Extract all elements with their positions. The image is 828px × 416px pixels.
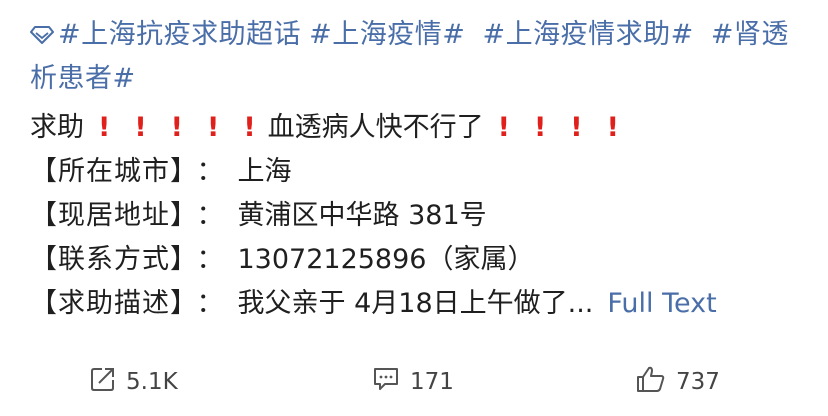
field-value: 上海 — [237, 156, 292, 187]
field-contact: 【联系方式】 ： 13072125896（家属） — [30, 238, 810, 282]
field-separator: ： — [196, 288, 224, 319]
exclamation-icon: ! — [134, 112, 147, 143]
field-label: 【求助描述】 — [30, 288, 185, 319]
field-label: 【联系方式】 — [30, 244, 185, 275]
exclamation-icon: ! — [533, 112, 547, 143]
like-count: 737 — [676, 369, 720, 395]
field-value: 黄浦区中华路 381号 — [237, 200, 487, 231]
comment-icon — [372, 366, 410, 398]
comment-button[interactable]: 171 — [372, 366, 454, 398]
exclamation-icon: ! — [570, 112, 583, 143]
thumbs-up-icon — [636, 365, 676, 399]
hashtag-shanghai-help[interactable]: #上海疫情求助# — [482, 19, 693, 50]
help-text: 血透病人快不行了 — [267, 112, 484, 143]
hashtag-line: #上海抗疫求助超话 #上海疫情# #上海疫情求助# #肾透析患者# — [30, 14, 810, 100]
field-description: 【求助描述】 ： 我父亲于 4月18日上午做了... Full Text — [30, 282, 810, 326]
exclamation-icon: ! — [206, 112, 220, 143]
comment-count: 171 — [410, 369, 454, 395]
alert-marks-group-2: !!!! — [484, 112, 631, 143]
field-separator: ： — [196, 200, 224, 231]
weibo-post: #上海抗疫求助超话 #上海疫情# #上海疫情求助# #肾透析患者# 求助!!!!!… — [30, 14, 810, 326]
field-address: 【现居地址】 ： 黄浦区中华路 381号 — [30, 194, 810, 238]
help-prefix: 求助 — [30, 112, 84, 143]
alert-marks-group-1: !!!!! — [84, 112, 268, 143]
like-button[interactable]: 737 — [636, 365, 720, 399]
hashtag-supertopic[interactable]: #上海抗疫求助超话 — [30, 19, 301, 50]
exclamation-icon: ! — [497, 112, 510, 143]
repost-count: 5.1K — [126, 369, 178, 395]
field-label: 【所在城市】 — [30, 156, 185, 187]
field-separator: ： — [196, 156, 224, 187]
hashtag-label: #上海抗疫求助超话 — [58, 19, 302, 50]
field-value: 我父亲于 4月18日上午做了... — [237, 288, 594, 319]
diamond-icon — [30, 16, 54, 58]
exclamation-icon: ! — [98, 112, 111, 143]
field-label: 【现居地址】 — [30, 200, 185, 231]
repost-button[interactable]: 5.1K — [90, 366, 178, 398]
full-text-link[interactable]: Full Text — [607, 288, 716, 319]
exclamation-icon: ! — [243, 112, 256, 143]
exclamation-icon: ! — [170, 112, 183, 143]
action-bar: 5.1K 171 737 — [0, 354, 828, 410]
field-separator: ： — [196, 244, 224, 275]
repost-icon — [90, 366, 126, 398]
exclamation-icon: ! — [606, 112, 619, 143]
hashtag-shanghai-epidemic[interactable]: #上海疫情# — [309, 19, 465, 50]
field-value: 13072125896（家属） — [237, 244, 535, 275]
help-headline: 求助!!!!! 血透病人快不行了!!!! — [30, 106, 810, 150]
field-city: 【所在城市】 ： 上海 — [30, 150, 810, 194]
